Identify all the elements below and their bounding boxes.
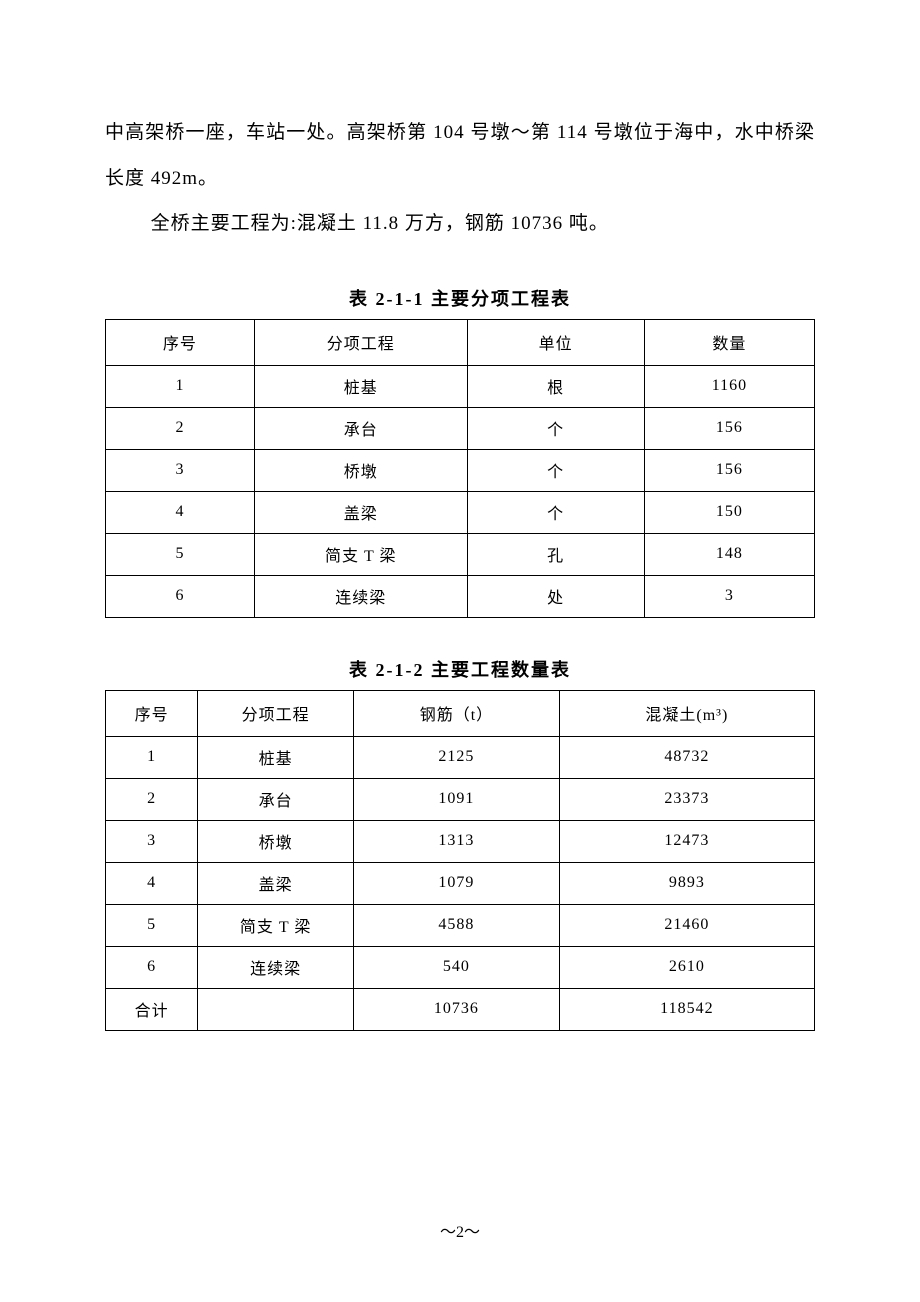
cell: 4588	[354, 904, 560, 946]
table-row: 5简支 T 梁孔148	[106, 533, 815, 575]
cell: 1160	[644, 365, 814, 407]
cell: 4	[106, 491, 255, 533]
cell: 处	[467, 575, 644, 617]
col-header: 分项工程	[254, 319, 467, 365]
cell: 盖梁	[198, 862, 354, 904]
cell: 1313	[354, 820, 560, 862]
cell: 2610	[559, 946, 814, 988]
cell: 桩基	[198, 736, 354, 778]
table-row: 2承台个156	[106, 407, 815, 449]
table-1-title: 表 2-1-1 主要分项工程表	[105, 285, 815, 311]
cell: 5	[106, 904, 198, 946]
table-2-title: 表 2-1-2 主要工程数量表	[105, 656, 815, 682]
cell: 1091	[354, 778, 560, 820]
table-row: 4盖梁个150	[106, 491, 815, 533]
cell: 孔	[467, 533, 644, 575]
table-row: 合计 10736118542	[106, 988, 815, 1030]
cell: 4	[106, 862, 198, 904]
table-row: 4盖梁10799893	[106, 862, 815, 904]
cell: 个	[467, 449, 644, 491]
cell: 148	[644, 533, 814, 575]
cell: 连续梁	[254, 575, 467, 617]
table-row: 6连续梁处3	[106, 575, 815, 617]
cell: 5	[106, 533, 255, 575]
table-row: 6连续梁5402610	[106, 946, 815, 988]
col-header: 分项工程	[198, 690, 354, 736]
table-row: 3桥墩个156	[106, 449, 815, 491]
table-row: 3桥墩131312473	[106, 820, 815, 862]
table-row: 1桩基根1160	[106, 365, 815, 407]
col-header: 钢筋（t）	[354, 690, 560, 736]
cell: 3	[644, 575, 814, 617]
cell: 1	[106, 736, 198, 778]
cell: 简支 T 梁	[254, 533, 467, 575]
cell: 个	[467, 491, 644, 533]
cell: 1	[106, 365, 255, 407]
cell: 承台	[254, 407, 467, 449]
table-row: 1桩基212548732	[106, 736, 815, 778]
cell	[198, 988, 354, 1030]
cell: 根	[467, 365, 644, 407]
cell: 9893	[559, 862, 814, 904]
cell: 桩基	[254, 365, 467, 407]
cell: 桥墩	[254, 449, 467, 491]
cell: 盖梁	[254, 491, 467, 533]
cell: 6	[106, 575, 255, 617]
cell: 3	[106, 820, 198, 862]
page-number: ～2～	[0, 1218, 920, 1242]
cell: 48732	[559, 736, 814, 778]
table-row: 序号 分项工程 单位 数量	[106, 319, 815, 365]
cell: 156	[644, 449, 814, 491]
cell: 承台	[198, 778, 354, 820]
col-header: 数量	[644, 319, 814, 365]
cell: 12473	[559, 820, 814, 862]
col-header: 序号	[106, 319, 255, 365]
col-header: 序号	[106, 690, 198, 736]
table-1: 序号 分项工程 单位 数量 1桩基根1160 2承台个156 3桥墩个156 4…	[105, 319, 815, 618]
table-row: 5简支 T 梁458821460	[106, 904, 815, 946]
cell: 1079	[354, 862, 560, 904]
paragraph-1: 中高架桥一座，车站一处。高架桥第 104 号墩～第 114 号墩位于海中，水中桥…	[105, 110, 815, 201]
table-row: 序号 分项工程 钢筋（t） 混凝土(m³)	[106, 690, 815, 736]
cell: 6	[106, 946, 198, 988]
cell: 118542	[559, 988, 814, 1030]
col-header: 混凝土(m³)	[559, 690, 814, 736]
table-row: 2承台109123373	[106, 778, 815, 820]
cell: 540	[354, 946, 560, 988]
cell: 2125	[354, 736, 560, 778]
table-2: 序号 分项工程 钢筋（t） 混凝土(m³) 1桩基212548732 2承台10…	[105, 690, 815, 1031]
cell: 156	[644, 407, 814, 449]
cell: 3	[106, 449, 255, 491]
cell: 连续梁	[198, 946, 354, 988]
cell: 21460	[559, 904, 814, 946]
cell: 桥墩	[198, 820, 354, 862]
cell: 23373	[559, 778, 814, 820]
cell: 2	[106, 407, 255, 449]
cell: 个	[467, 407, 644, 449]
paragraph-2: 全桥主要工程为:混凝土 11.8 万方，钢筋 10736 吨。	[105, 201, 815, 247]
cell: 合计	[106, 988, 198, 1030]
cell: 2	[106, 778, 198, 820]
col-header: 单位	[467, 319, 644, 365]
cell: 150	[644, 491, 814, 533]
cell: 10736	[354, 988, 560, 1030]
cell: 简支 T 梁	[198, 904, 354, 946]
